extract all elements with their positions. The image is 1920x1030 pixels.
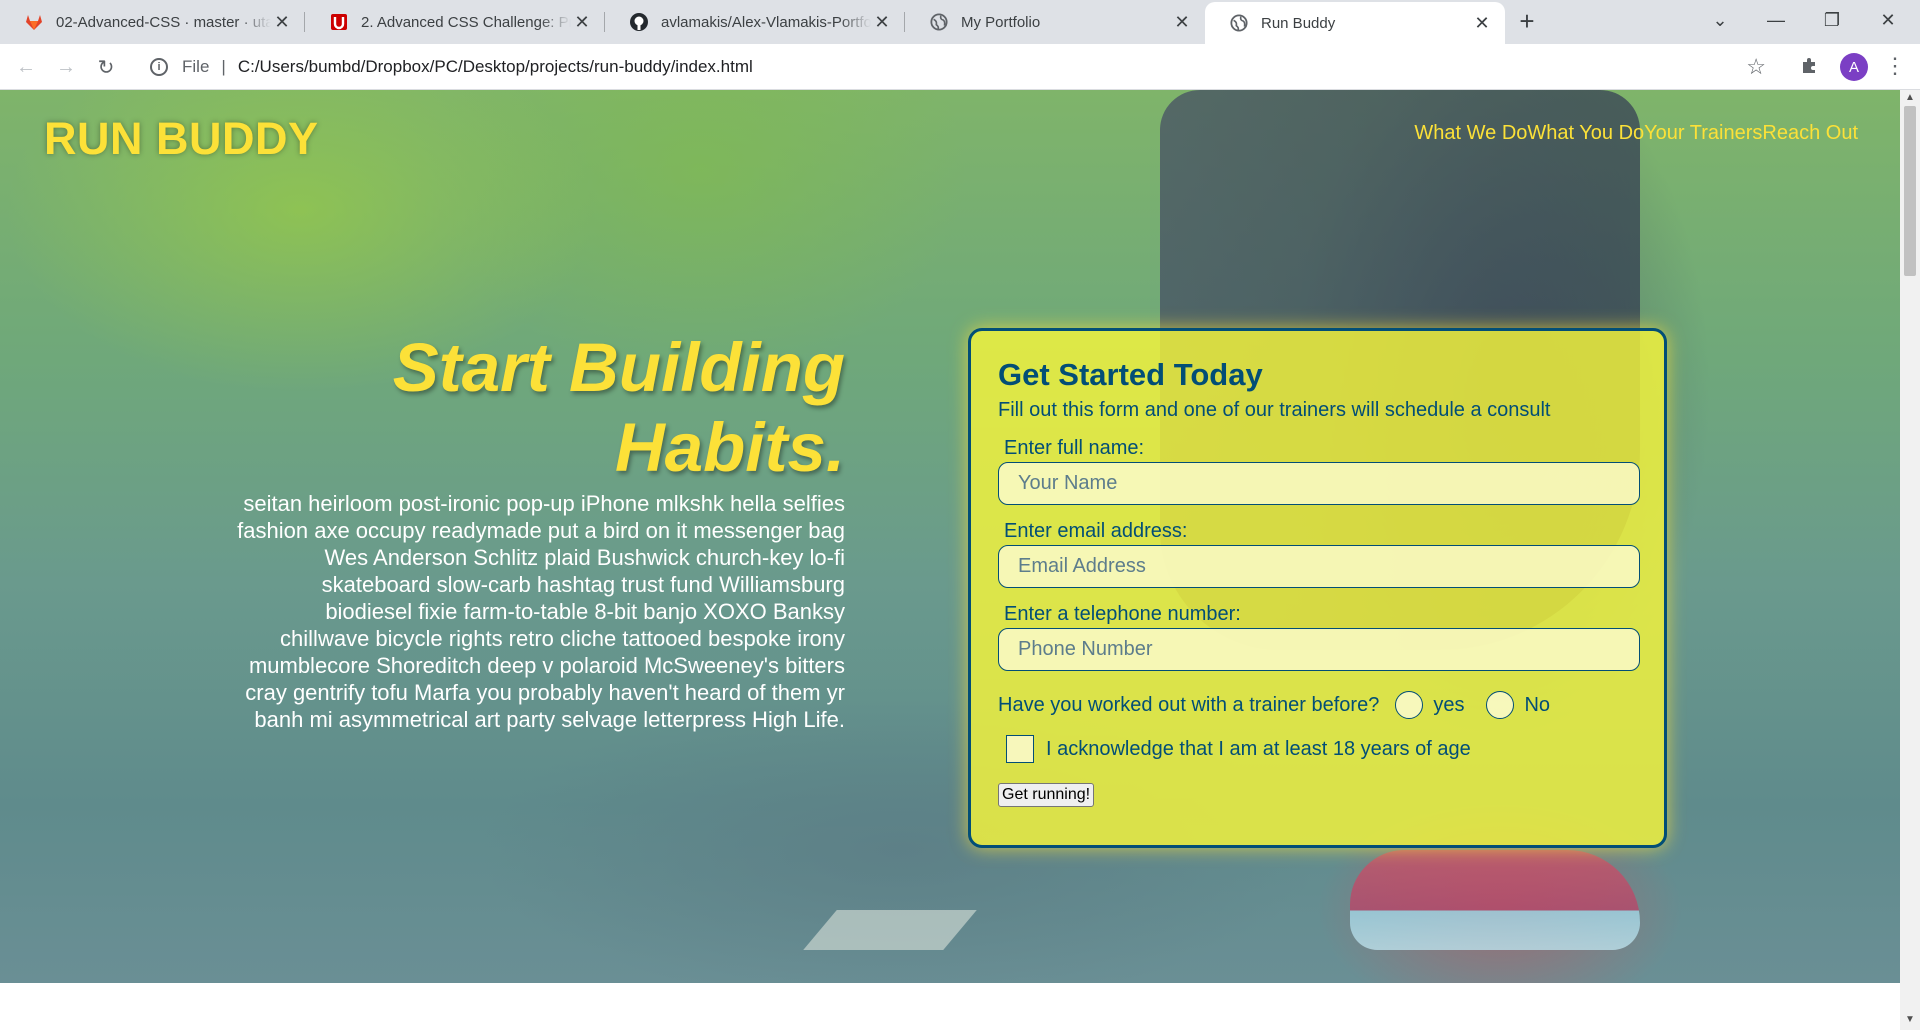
get-running-button[interactable]: Get running! [998,783,1095,807]
tab-gitlab[interactable]: 02-Advanced-CSS · master · utah ✕ [0,0,305,44]
form-subtitle: Fill out this form and one of our traine… [998,399,1551,421]
globe-icon [929,12,949,32]
tab-my-portfolio[interactable]: My Portfolio ✕ [905,0,1205,44]
reload-icon[interactable]: ↻ [92,53,120,81]
utah-u-icon [329,12,349,32]
minimize-button[interactable]: — [1748,0,1804,40]
back-icon[interactable]: ← [12,53,40,81]
tab-title: My Portfolio [961,13,1041,31]
email-input[interactable] [998,545,1640,588]
url-text[interactable]: C:/Users/bumbd/Dropbox/PC/Desktop/projec… [238,57,753,77]
close-window-button[interactable]: ✕ [1860,0,1916,40]
tab-search-icon[interactable]: ⌄ [1692,0,1748,40]
phone-input[interactable] [998,628,1640,671]
tab-utah[interactable]: 2. Advanced CSS Challenge: Prof ✕ [305,0,605,44]
hero-background-shoe [1350,850,1640,950]
bookmark-star-icon[interactable]: ☆ [1746,54,1766,80]
email-label: Enter email address: [1004,520,1188,542]
radio-no[interactable] [1486,691,1515,719]
url-scheme: File [182,57,210,76]
trainer-question-row: Have you worked out with a trainer befor… [998,691,1637,719]
age-ack-row: I acknowledge that I am at least 18 year… [1006,735,1637,763]
road-marking [803,910,977,950]
nav-link-what-we-do[interactable]: What We Do [1414,122,1527,145]
headline-line-2: Habits. [614,409,845,486]
close-icon[interactable]: ✕ [271,11,293,33]
hero-section: RUN BUDDY What We Do What You Do Your Tr… [0,90,1900,983]
tab-title: Run Buddy [1261,14,1336,32]
headline-line-1: Start Building [392,329,845,406]
address-bar[interactable]: i File | C:/Users/bumbd/Dropbox/PC/Deskt… [136,50,1766,84]
nav-link-what-you-do[interactable]: What You Do [1527,122,1644,145]
browser-toolbar: ← → ↻ i File | C:/Users/bumbd/Dropbox/PC… [0,44,1920,90]
restore-button[interactable]: ❐ [1804,0,1860,40]
page-scrollbar[interactable]: ▲ ▼ [1900,90,1920,1030]
extensions-icon[interactable] [1800,55,1820,81]
forward-icon[interactable]: → [52,53,80,81]
close-icon[interactable]: ✕ [871,11,893,33]
close-icon[interactable]: ✕ [1471,12,1493,34]
info-icon[interactable]: i [150,58,168,76]
scroll-thumb[interactable] [1904,106,1916,276]
signup-form: Get Started Today Fill out this form and… [968,328,1667,848]
name-label: Enter full name: [1004,437,1145,459]
form-title: Get Started Today [998,357,1263,392]
new-tab-button[interactable]: + [1512,7,1542,37]
radio-yes-label: yes [1433,693,1465,716]
name-input[interactable] [998,462,1640,505]
tab-strip: 02-Advanced-CSS · master · utah ✕ 2. Adv… [0,0,1920,44]
hero-headline: Start Building Habits. [300,328,845,488]
gitlab-icon [24,12,44,32]
radio-no-label: No [1524,693,1551,716]
phone-label: Enter a telephone number: [1004,603,1241,625]
scroll-up-arrow-icon[interactable]: ▲ [1905,92,1915,103]
nav-link-reach-out[interactable]: Reach Out [1762,122,1858,145]
site-logo[interactable]: RUN BUDDY [44,113,319,165]
profile-avatar[interactable]: A [1840,53,1868,81]
page-viewport: RUN BUDDY What We Do What You Do Your Tr… [0,90,1900,1030]
tab-title: 02-Advanced-CSS · master · utah [56,13,271,31]
close-icon[interactable]: ✕ [1171,11,1193,33]
close-icon[interactable]: ✕ [571,11,593,33]
age-ack-label: I acknowledge that I am at least 18 year… [1046,737,1471,760]
tab-run-buddy[interactable]: Run Buddy ✕ [1205,2,1505,44]
site-nav: What We Do What You Do Your Trainers Rea… [1414,122,1858,145]
nav-link-your-trainers[interactable]: Your Trainers [1644,122,1762,145]
hero-intro-text: seitan heirloom post-ironic pop-up iPhon… [237,491,845,732]
radio-yes[interactable] [1395,691,1424,719]
more-menu-icon[interactable]: ⋮ [1884,53,1906,79]
globe-icon [1229,13,1249,33]
tab-title: 2. Advanced CSS Challenge: Prof [361,13,571,31]
tab-title: avlamakis/Alex-Vlamakis-Portfoli [661,13,871,31]
url-divider: | [221,57,226,76]
trainer-question-label: Have you worked out with a trainer befor… [998,693,1380,716]
age-ack-checkbox[interactable] [1006,735,1034,763]
tab-github[interactable]: avlamakis/Alex-Vlamakis-Portfoli ✕ [605,0,905,44]
github-icon [629,12,649,32]
scroll-down-arrow-icon[interactable]: ▼ [1905,1014,1915,1025]
